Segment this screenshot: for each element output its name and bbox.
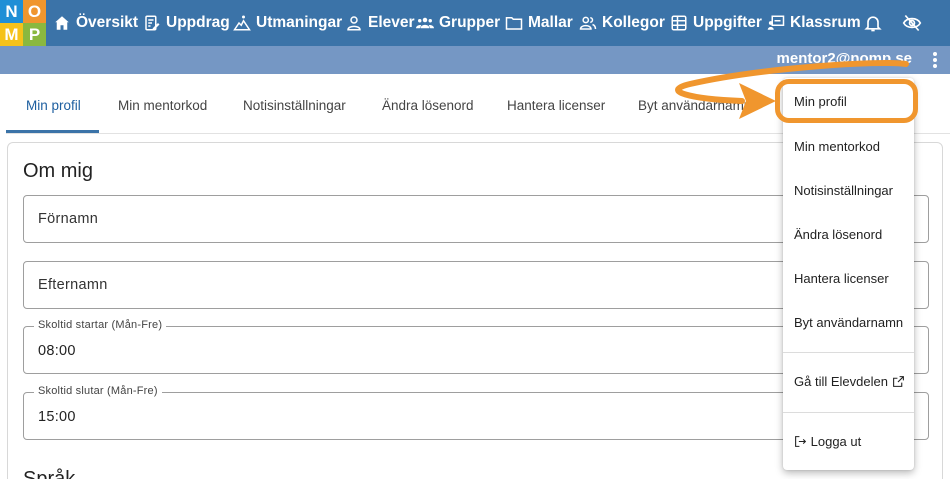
menu-divider bbox=[783, 412, 914, 413]
nomp-logo[interactable]: N O M P bbox=[0, 0, 46, 46]
nav-item-grupper[interactable]: Grupper bbox=[416, 0, 500, 46]
top-navigation-bar: N O M P Översikt Uppdrag Utmaningar Elev… bbox=[0, 0, 950, 46]
menu-item-logga-ut[interactable]: Logga ut bbox=[794, 434, 861, 449]
nav-item-label: Klassrum bbox=[790, 14, 861, 31]
nav-item-label: Översikt bbox=[76, 14, 139, 31]
group-icon bbox=[416, 17, 434, 29]
school-end-value: 15:00 bbox=[38, 409, 76, 425]
nav-item-label: Utmaningar bbox=[256, 14, 343, 31]
tab-notisinstallningar[interactable]: Notisinställningar bbox=[243, 98, 346, 113]
more-vert-icon[interactable] bbox=[932, 52, 938, 70]
nav-item-uppdrag[interactable]: Uppdrag bbox=[143, 0, 230, 46]
edit-doc-icon bbox=[145, 15, 160, 31]
nav-item-utmaningar[interactable]: Utmaningar bbox=[233, 0, 342, 46]
card-title: Om mig bbox=[23, 160, 93, 182]
hiker-icon bbox=[233, 15, 251, 31]
last-name-placeholder: Efternamn bbox=[38, 277, 108, 293]
nav-item-label: Uppdrag bbox=[166, 14, 230, 31]
tasks-icon bbox=[671, 15, 687, 31]
menu-item-hantera-licenser[interactable]: Hantera licenser bbox=[794, 271, 889, 286]
logo-letter-p: P bbox=[23, 23, 46, 46]
menu-item-notisinstallningar[interactable]: Notisinställningar bbox=[794, 183, 893, 198]
external-link-icon bbox=[892, 376, 904, 387]
menu-divider bbox=[783, 352, 914, 353]
nav-item-klassrum[interactable]: Klassrum bbox=[767, 0, 861, 46]
classroom-icon bbox=[767, 15, 785, 30]
user-email[interactable]: mentor2@nomp.se bbox=[777, 50, 912, 67]
nav-item-elever[interactable]: Elever bbox=[345, 0, 415, 46]
logo-letter-o: O bbox=[23, 0, 46, 23]
first-name-placeholder: Förnamn bbox=[38, 211, 99, 227]
menu-item-byt-anvandarnamn[interactable]: Byt användarnamn bbox=[794, 315, 903, 330]
colleagues-icon bbox=[579, 16, 597, 30]
menu-item-elevdelen[interactable]: Gå till Elevdelen bbox=[794, 374, 905, 389]
nav-item-mallar[interactable]: Mallar bbox=[505, 0, 573, 46]
folder-icon bbox=[505, 17, 523, 30]
nav-item-label: Kollegor bbox=[602, 14, 665, 31]
menu-item-min-mentorkod[interactable]: Min mentorkod bbox=[794, 139, 880, 154]
elevdelen-label: Gå till Elevdelen bbox=[794, 374, 888, 389]
bell-icon[interactable] bbox=[863, 13, 883, 33]
logo-letter-m: M bbox=[0, 23, 23, 46]
tab-min-profil[interactable]: Min profil bbox=[26, 98, 81, 113]
eye-off-icon[interactable] bbox=[902, 13, 922, 33]
account-bar: mentor2@nomp.se bbox=[0, 46, 950, 74]
nav-item-label: Uppgifter bbox=[693, 14, 762, 31]
menu-item-andra-losenord[interactable]: Ändra lösenord bbox=[794, 227, 882, 242]
home-icon bbox=[55, 16, 69, 30]
tab-byt-anvandarnamn[interactable]: Byt användarnamn bbox=[638, 98, 751, 113]
logout-icon bbox=[795, 436, 807, 447]
nav-item-label: Elever bbox=[368, 14, 415, 31]
account-dropdown-menu: Min profil Min mentorkod Notisinställnin… bbox=[783, 78, 914, 470]
language-section-title: Språk bbox=[23, 468, 76, 479]
nav-item-label: Grupper bbox=[439, 14, 501, 31]
annotation-highlight bbox=[775, 79, 918, 123]
tab-hantera-licenser[interactable]: Hantera licenser bbox=[507, 98, 605, 113]
nav-item-oversikt[interactable]: Översikt bbox=[53, 0, 138, 46]
person-icon bbox=[347, 16, 361, 31]
school-start-label: Skoltid startar (Mån-Fre) bbox=[34, 319, 167, 331]
nav-item-uppgifter[interactable]: Uppgifter bbox=[670, 0, 762, 46]
school-end-label: Skoltid slutar (Mån-Fre) bbox=[34, 385, 162, 397]
nav-item-kollegor[interactable]: Kollegor bbox=[579, 0, 665, 46]
active-tab-indicator bbox=[6, 130, 99, 133]
logo-letter-n: N bbox=[0, 0, 23, 23]
tab-andra-losenord[interactable]: Ändra lösenord bbox=[382, 98, 474, 113]
logout-label: Logga ut bbox=[810, 434, 862, 449]
tab-min-mentorkod[interactable]: Min mentorkod bbox=[118, 98, 207, 113]
nav-item-label: Mallar bbox=[528, 14, 573, 31]
school-start-value: 08:00 bbox=[38, 343, 76, 359]
